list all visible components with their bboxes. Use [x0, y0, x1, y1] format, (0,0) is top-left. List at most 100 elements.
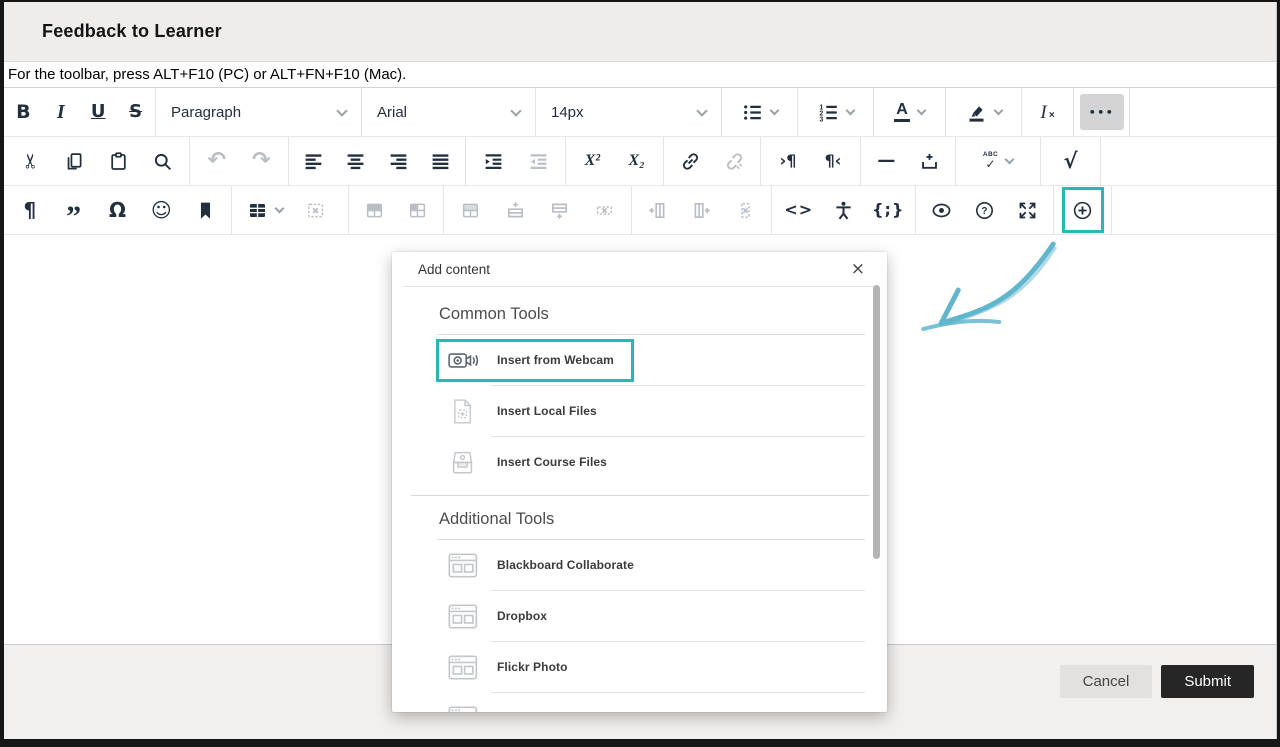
align-right-button[interactable] — [380, 141, 416, 181]
paragraph-format-select[interactable]: Paragraph — [156, 88, 361, 136]
text-color-button[interactable]: A — [892, 92, 928, 132]
toolbar-group — [632, 186, 772, 234]
section-heading: Common Tools — [436, 293, 873, 334]
undo-button: ↶ — [199, 141, 235, 181]
toolbar-group: ↶↷ — [190, 137, 289, 185]
insert-column-right-icon — [691, 200, 712, 221]
cancel-button[interactable]: Cancel — [1060, 665, 1153, 698]
chevron-down-icon — [769, 106, 779, 116]
strikethrough-button[interactable]: S — [118, 92, 154, 132]
insert-link-button[interactable] — [672, 141, 708, 181]
toolbar-group: <> {;} — [772, 186, 916, 234]
align-left-button[interactable] — [295, 141, 331, 181]
toolbar-hint: For the toolbar, press ALT+F10 (PC) or A… — [4, 62, 1276, 88]
title-bar: Feedback to Learner — [4, 2, 1276, 62]
toolbar-group: ••• — [1074, 88, 1130, 136]
insert-row-below-button — [542, 190, 578, 230]
dialog-item-insert-course-files[interactable]: Insert Course Files — [436, 437, 873, 487]
accessibility-checker-button[interactable] — [826, 190, 862, 230]
toolbar-group — [722, 88, 798, 136]
font-family-select[interactable]: Arial — [362, 88, 535, 136]
underline-button[interactable]: U — [80, 92, 116, 132]
code-sample-button[interactable]: {;} — [870, 190, 906, 230]
toolbar-group — [466, 137, 566, 185]
bold-button[interactable]: B — [5, 92, 41, 132]
unordered-list-button[interactable] — [742, 92, 778, 132]
subscript-icon: X₂ — [629, 153, 645, 169]
special-character-button[interactable]: Ω — [99, 190, 135, 230]
toolbar-row-2: ✂ ↶↷ X² X₂ ›¶¶‹ — ABC✓ √ — [4, 137, 1276, 186]
source-code-button[interactable]: <> — [781, 190, 817, 230]
copy-button[interactable] — [56, 141, 92, 181]
horizontal-rule-icon: — — [877, 152, 895, 170]
help-icon: ? — [974, 200, 995, 221]
ordered-list-button[interactable]: 123 — [818, 92, 854, 132]
cut-icon: ✂ — [22, 151, 39, 171]
align-left-icon — [303, 151, 324, 172]
indent-button[interactable] — [475, 141, 511, 181]
toolbar-group — [349, 186, 444, 234]
submit-button[interactable]: Submit — [1161, 665, 1254, 698]
dialog-item-label: Blackboard Collaborate — [497, 558, 634, 572]
align-justify-button[interactable] — [423, 141, 459, 181]
outdent-button — [520, 141, 556, 181]
section-divider — [411, 495, 869, 496]
page-title: Feedback to Learner — [42, 21, 222, 42]
font-size-select[interactable]: 14px — [536, 88, 721, 136]
indent-icon — [483, 151, 504, 172]
insert-local-files-icon — [447, 398, 479, 425]
highlight-color-button[interactable] — [966, 92, 1002, 132]
more-options-button[interactable]: ••• — [1080, 94, 1124, 130]
spellcheck-button[interactable]: ABC✓ — [980, 141, 1016, 181]
dialog-item-insert-from-webcam[interactable]: Insert from Webcam — [436, 335, 873, 385]
paste-button[interactable] — [101, 141, 137, 181]
highlight-color-icon — [966, 102, 987, 123]
subscript-button[interactable]: X₂ — [619, 141, 655, 181]
dialog-item-insert-local-files[interactable]: Insert Local Files — [436, 386, 873, 436]
add-content-icon — [1072, 200, 1093, 221]
paragraph-format-value: Paragraph — [171, 104, 338, 121]
math-formula-button[interactable]: √ — [1053, 141, 1089, 181]
dialog-item-blackboard-collaborate[interactable]: Blackboard Collaborate — [436, 540, 873, 590]
page-break-button[interactable] — [912, 141, 948, 181]
toolbar-row-3: ¶”Ω☺ <> {;}? — [4, 186, 1276, 235]
align-center-button[interactable] — [338, 141, 374, 181]
toolbar-group — [232, 186, 349, 234]
svg-text:3: 3 — [819, 116, 823, 122]
close-icon[interactable]: × — [847, 259, 869, 280]
italic-button[interactable]: I — [43, 92, 79, 132]
dialog-item-dropbox[interactable]: Dropbox — [436, 591, 873, 641]
horizontal-rule-button[interactable]: — — [868, 141, 904, 181]
search-button[interactable] — [145, 141, 181, 181]
add-content-button[interactable] — [1065, 190, 1101, 230]
toolbar-group: I× — [1022, 88, 1074, 136]
dialog-scrollbar[interactable] — [873, 285, 880, 559]
spellcheck-icon: ABC✓ — [983, 152, 998, 170]
dialog-item-slideshare-presentation[interactable]: SlideShare Presentation — [436, 693, 873, 712]
anchor-bookmark-button[interactable] — [187, 190, 223, 230]
right-to-left-button[interactable]: ¶‹ — [815, 141, 851, 181]
toolbar-group — [289, 137, 466, 185]
toolbar-group: 123 — [798, 88, 874, 136]
cut-button[interactable]: ✂ — [12, 141, 48, 181]
paragraph-marks-button[interactable]: ¶ — [12, 190, 48, 230]
dialog-item-label: Insert Course Files — [497, 455, 607, 469]
superscript-button[interactable]: X² — [574, 141, 610, 181]
insert-row-above-button — [497, 190, 533, 230]
preview-button[interactable] — [923, 190, 959, 230]
clear-formatting-button[interactable]: I× — [1030, 92, 1066, 132]
fullscreen-button[interactable] — [1010, 190, 1046, 230]
help-button[interactable]: ? — [967, 190, 1003, 230]
left-to-right-button[interactable]: ›¶ — [770, 141, 806, 181]
section-heading: Additional Tools — [436, 498, 873, 539]
blockquote-button[interactable]: ” — [56, 190, 92, 230]
emoticon-button[interactable]: ☺ — [143, 190, 179, 230]
insert-table-button[interactable] — [247, 190, 283, 230]
code-sample-icon: {;} — [872, 202, 904, 218]
insert-row-below-icon — [549, 200, 570, 221]
clear-formatting-icon: I× — [1040, 103, 1054, 122]
font-size-value: 14px — [551, 104, 698, 121]
dialog-item-flickr-photo[interactable]: Flickr Photo — [436, 642, 873, 692]
merge-cells-button — [453, 190, 489, 230]
accessibility-checker-icon — [833, 200, 854, 221]
